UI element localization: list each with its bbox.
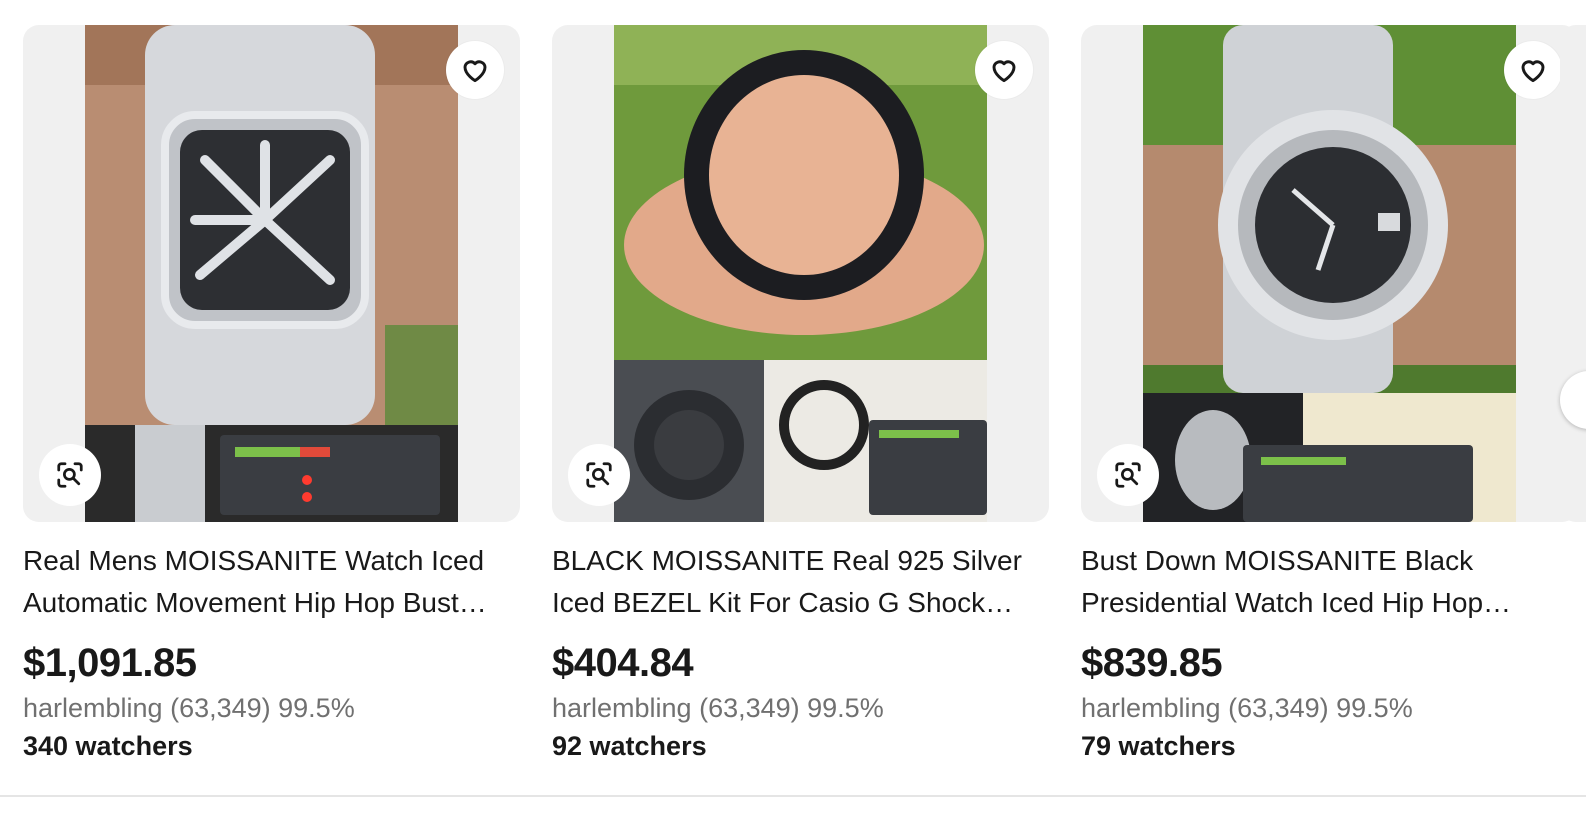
watch-heart-button[interactable]	[1504, 41, 1562, 99]
listing-title[interactable]: Bust Down MOISSANITE Black Presidential …	[1081, 540, 1578, 624]
listing-carousel: Real Mens MOISSANITE Watch Iced Automati…	[0, 0, 1586, 834]
camera-search-icon	[1115, 462, 1141, 488]
listing-image[interactable]	[23, 25, 520, 522]
camera-search-icon	[57, 462, 83, 488]
section-divider	[0, 795, 1586, 797]
heart-outline-icon	[992, 60, 1016, 83]
seller-info: harlembling (63,349) 99.5%	[552, 693, 884, 723]
listing-card[interactable]: Real Mens MOISSANITE Watch Iced Automati…	[23, 25, 520, 764]
listing-image[interactable]	[1081, 25, 1578, 522]
listing-price: $404.84	[552, 641, 694, 685]
visual-search-button[interactable]	[1097, 444, 1159, 506]
watchers-count: 340 watchers	[23, 731, 193, 761]
watchers-count: 92 watchers	[552, 731, 707, 761]
product-photo	[85, 25, 458, 522]
seller-info: harlembling (63,349) 99.5%	[1081, 693, 1413, 723]
product-photo	[614, 25, 987, 522]
product-photo	[1143, 25, 1516, 522]
heart-outline-icon	[1521, 60, 1545, 83]
next-listing-peek	[1560, 25, 1586, 522]
listing-card[interactable]: BLACK MOISSANITE Real 925 Silver Iced BE…	[552, 25, 1049, 764]
seller-info: harlembling (63,349) 99.5%	[23, 693, 355, 723]
visual-search-button[interactable]	[568, 444, 630, 506]
watch-heart-button[interactable]	[975, 41, 1033, 99]
visual-search-button[interactable]	[39, 444, 101, 506]
listing-title[interactable]: Real Mens MOISSANITE Watch Iced Automati…	[23, 540, 520, 624]
camera-search-icon	[586, 462, 612, 488]
listing-price: $1,091.85	[23, 641, 197, 685]
listing-image[interactable]	[552, 25, 1049, 522]
listing-price: $839.85	[1081, 641, 1223, 685]
listing-card[interactable]: Bust Down MOISSANITE Black Presidential …	[1081, 25, 1578, 764]
watchers-count: 79 watchers	[1081, 731, 1236, 761]
watch-heart-button[interactable]	[446, 41, 504, 99]
listing-title[interactable]: BLACK MOISSANITE Real 925 Silver Iced BE…	[552, 540, 1049, 624]
heart-outline-icon	[463, 60, 487, 83]
